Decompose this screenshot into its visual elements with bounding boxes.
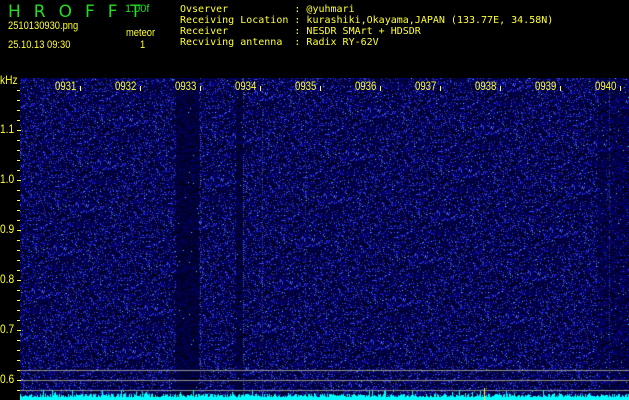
- y-tick: [17, 180, 21, 181]
- info-value: : NESDR SMArt + HDSDR: [294, 26, 421, 37]
- y-tick: [17, 110, 20, 111]
- y-tick: [17, 320, 20, 321]
- y-tick: [17, 300, 20, 301]
- y-tick: [17, 310, 20, 311]
- y-tick: [17, 220, 20, 221]
- y-tick: [17, 240, 20, 241]
- y-tick-label: 1.1: [0, 122, 15, 136]
- time-label: 0937: [415, 79, 437, 93]
- y-tick: [17, 350, 20, 351]
- y-tick: [17, 290, 20, 291]
- meteor-label: meteor: [126, 27, 156, 39]
- time-tick: [140, 86, 141, 91]
- datetime: 25.10.13 09:30: [8, 39, 71, 51]
- time-label: 0932: [115, 79, 137, 93]
- time-label: 0939: [535, 79, 557, 93]
- time-tick: [320, 86, 321, 91]
- y-tick: [17, 330, 21, 331]
- y-tick-label: 0.6: [0, 372, 15, 386]
- y-tick: [17, 370, 20, 371]
- y-tick: [17, 390, 20, 391]
- version-label: 1.00f: [125, 3, 150, 15]
- info-label: Recviving antenna: [180, 37, 295, 48]
- info-row: Receiver : NESDR SMArt + HDSDR: [180, 26, 421, 37]
- time-tick: [80, 86, 81, 91]
- info-label: Receiver: [180, 26, 295, 37]
- y-tick: [17, 360, 20, 361]
- time-tick: [260, 86, 261, 91]
- y-tick: [17, 210, 20, 211]
- time-tick: [440, 86, 441, 91]
- info-value: : Radix RY-62V: [294, 37, 379, 48]
- spectrogram: [20, 78, 629, 400]
- y-tick: [17, 230, 21, 231]
- time-tick: [620, 86, 621, 91]
- info-label: Receiving Location: [180, 15, 295, 26]
- y-tick: [17, 260, 20, 261]
- time-tick: [560, 86, 561, 91]
- time-label: 0935: [295, 79, 317, 93]
- y-tick-label: 1.0: [0, 172, 15, 186]
- y-tick: [17, 140, 20, 141]
- time-tick: [200, 86, 201, 91]
- time-tick: [380, 86, 381, 91]
- y-tick-label: 0.9: [0, 222, 15, 236]
- y-tick: [17, 200, 20, 201]
- info-row: Recviving antenna : Radix RY-62V: [180, 37, 379, 48]
- y-tick: [17, 150, 20, 151]
- time-label: 0938: [475, 79, 497, 93]
- y-tick-label: 0.7: [0, 322, 15, 336]
- meteor-count: 1: [140, 39, 146, 51]
- y-tick: [17, 120, 20, 121]
- y-tick: [17, 90, 20, 91]
- y-tick: [17, 280, 21, 281]
- info-row: Ovserver : @yuhmari: [180, 4, 355, 15]
- info-row: Receiving Location : kurashiki,Okayama,J…: [180, 15, 553, 26]
- time-label: 0940: [595, 79, 617, 93]
- info-label: Ovserver: [180, 4, 295, 15]
- time-label: 0936: [355, 79, 377, 93]
- info-value: : kurashiki,Okayama,JAPAN (133.77E, 34.5…: [294, 15, 554, 26]
- y-tick: [17, 100, 20, 101]
- y-tick: [17, 340, 20, 341]
- time-label: 0934: [235, 79, 257, 93]
- y-tick: [17, 380, 21, 381]
- y-tick: [17, 170, 20, 171]
- y-tick-label: 0.8: [0, 272, 15, 286]
- time-label: 0931: [55, 79, 77, 93]
- y-tick: [17, 250, 20, 251]
- time-label: 0933: [175, 79, 197, 93]
- info-value: : @yuhmari: [294, 4, 355, 15]
- y-tick: [17, 270, 20, 271]
- time-tick: [500, 86, 501, 91]
- y-tick: [17, 190, 20, 191]
- filename: 2510130930.png: [8, 20, 79, 32]
- y-tick: [17, 160, 20, 161]
- axis-unit: kHz: [0, 73, 18, 87]
- y-tick: [17, 130, 21, 131]
